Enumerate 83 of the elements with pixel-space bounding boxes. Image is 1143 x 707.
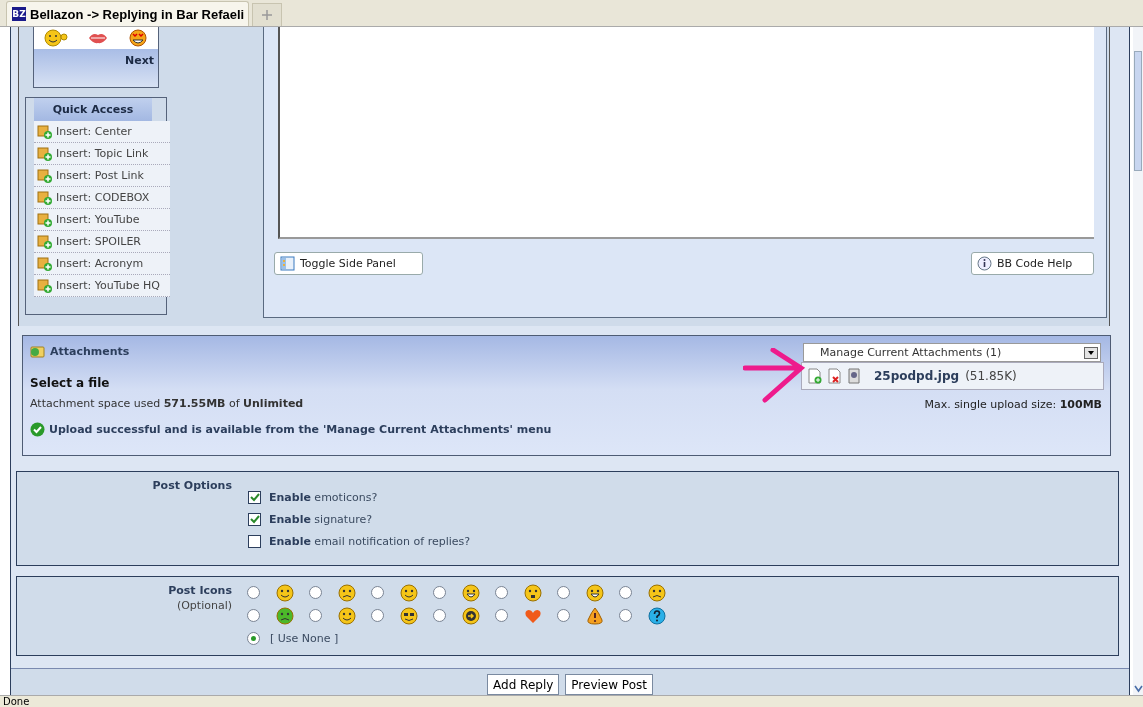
warning-icon [586, 606, 604, 625]
scroll-down-icon[interactable] [1133, 684, 1143, 693]
site-logo-icon: BZ [12, 7, 26, 21]
success-check-icon [30, 422, 45, 438]
checkbox[interactable] [248, 490, 261, 504]
radio-button[interactable] [247, 609, 260, 623]
box-plus-icon [37, 234, 52, 249]
option-label: Enable email notification of replies? [269, 534, 471, 548]
delete-file-icon[interactable] [828, 368, 842, 385]
post-options-label: Post Options [151, 478, 232, 492]
quick-access-item[interactable]: Insert: Post Link [34, 165, 170, 187]
grin-face-icon [462, 583, 480, 602]
box-plus-icon [37, 168, 52, 183]
smile-face-icon [276, 583, 294, 602]
waving-smiley-icon [44, 29, 68, 47]
quick-access-item[interactable]: Insert: YouTube [34, 209, 170, 231]
status-text: Done [3, 696, 30, 707]
post-icons-label: Post Icons [167, 583, 232, 597]
attachments-title: Attachments [50, 345, 130, 359]
file-size: (51.85K) [965, 369, 1017, 384]
radio-button[interactable] [433, 609, 446, 623]
panel-icon [280, 256, 295, 271]
quick-access-item[interactable]: Insert: CODEBOX [34, 187, 170, 209]
submit-button[interactable]: Add Reply [487, 674, 560, 695]
arrow-face-icon [462, 606, 480, 625]
radio-button[interactable] [619, 586, 632, 600]
box-plus-icon [37, 256, 52, 271]
attachment-space-text: Attachment space used 571.55MB of Unlimited [30, 397, 305, 411]
use-none-label: [ Use None ] [270, 632, 339, 646]
toggle-side-panel-button[interactable]: Toggle Side Panel [274, 252, 423, 275]
box-plus-icon [37, 278, 52, 293]
radio-button[interactable] [247, 586, 260, 600]
scroll-thumb[interactable] [1134, 51, 1142, 171]
info-icon [977, 256, 992, 271]
file-icon[interactable] [848, 368, 860, 385]
box-plus-icon [37, 190, 52, 205]
file-name: 25podpd.jpg [874, 369, 960, 384]
cool-face-icon [400, 606, 418, 625]
manage-attachments-dropdown[interactable]: Manage Current Attachments (1) [803, 343, 1101, 363]
folder-icon [30, 344, 45, 360]
max-upload-size-text: Max. single upload size: 100MB [924, 398, 1102, 412]
radio-button[interactable] [557, 586, 570, 600]
radio-button[interactable] [495, 609, 508, 623]
radio-button[interactable] [371, 609, 384, 623]
box-plus-icon [37, 146, 52, 161]
laugh-face-icon [586, 583, 604, 602]
upload-success-message: Upload successful and is available from the 'Manage Current Attachments' menu [49, 423, 552, 437]
box-plus-icon [37, 124, 52, 139]
radio-button[interactable] [495, 586, 508, 600]
browser-tab[interactable]: BZ Bellazon -> Replying in Bar Refaeli [6, 1, 249, 26]
radio-button[interactable] [309, 586, 322, 600]
frown-face-icon [338, 583, 356, 602]
sick-face-icon [276, 606, 294, 625]
radio-button[interactable] [309, 609, 322, 623]
option-label: Enable signature? [269, 512, 373, 526]
quick-access-item[interactable]: Insert: Topic Link [34, 143, 170, 165]
checkbox[interactable] [248, 512, 261, 526]
help-icon [648, 606, 666, 625]
lips-icon [88, 31, 108, 45]
quick-access-item[interactable]: Insert: YouTube HQ [34, 275, 170, 297]
new-tab-button[interactable] [252, 3, 282, 26]
option-label: Enable emoticons? [269, 490, 378, 504]
next-link[interactable]: Next [34, 49, 158, 87]
submit-button[interactable]: Preview Post [565, 674, 653, 695]
radio-button[interactable] [433, 586, 446, 600]
radio-button[interactable] [619, 609, 632, 623]
arrow-annotation [743, 348, 807, 405]
bb-code-help-button[interactable]: BB Code Help [971, 252, 1094, 275]
scrollbar[interactable] [1133, 27, 1143, 695]
box-plus-icon [37, 212, 52, 227]
quick-access-item[interactable]: Insert: Acronym [34, 253, 170, 275]
checkbox[interactable] [248, 534, 261, 548]
radio-button[interactable] [371, 586, 384, 600]
select-file-label: Select a file [30, 376, 111, 391]
radio-button[interactable] [247, 632, 260, 646]
quick-access-item[interactable]: Insert: Center [34, 121, 170, 143]
shocked-face-icon [524, 583, 542, 602]
optional-label: (Optional) [175, 598, 232, 612]
radio-button[interactable] [557, 609, 570, 623]
plus-icon [262, 10, 272, 20]
quick-access-title: Quick Access [34, 98, 152, 121]
insert-file-icon[interactable] [808, 368, 822, 385]
quick-access-item[interactable]: Insert: SPOILER [34, 231, 170, 253]
